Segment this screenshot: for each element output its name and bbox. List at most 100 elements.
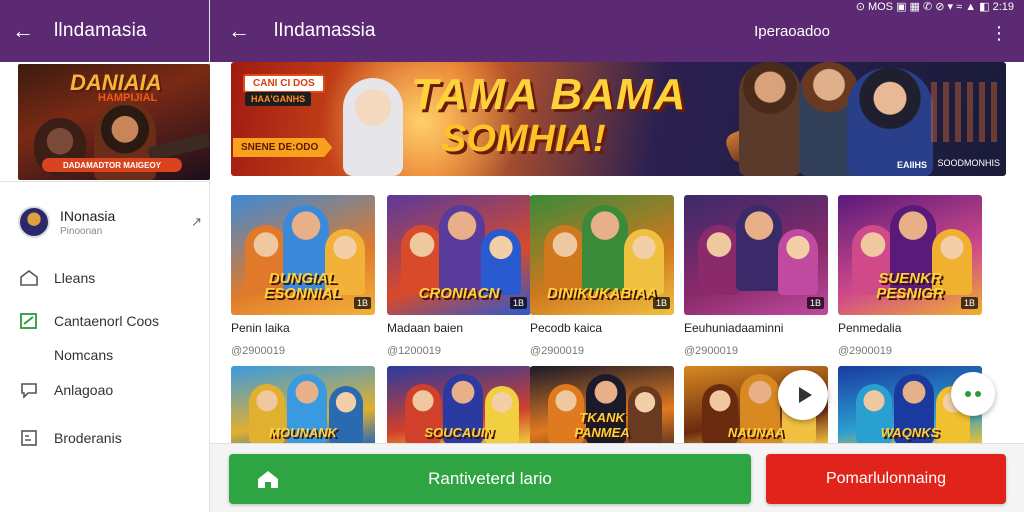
game-title: Eeuhuniadaaminni [684,321,784,335]
status-bar-text: ⊙ MOS ▣ ▦ ✆ ⊘ ▾ ≈ ▲ ◧ 2:19 [855,0,1014,13]
drawer-item-broderanis[interactable]: Broderanis [18,428,208,448]
game-character [736,205,782,291]
game-thumbnail[interactable]: CRONIACN 1B [387,195,531,315]
game-character [778,229,818,295]
profile-text: INonasia Pinoonan [60,208,191,237]
game-badge: 1B [652,297,670,309]
game-thumbnail[interactable]: MOUNANK [231,366,375,444]
hero-title-line1: TAMA BAMA [411,70,687,119]
back-arrow-icon[interactable]: ← [12,20,34,42]
drawer-item-label: Broderanis [54,430,122,446]
more-options-button[interactable] [951,372,995,416]
profile-row[interactable]: INonasia Pinoonan ↗ [18,205,202,239]
game-title: Penin laika [231,321,290,335]
hero-pill: SNENE DE:ODO [233,138,333,157]
game-grid: DUNGIAL ESONNIAL 1B Penin laika @2900019 CRO… [231,195,1006,450]
game-card[interactable]: CRONIACN 1B Madaan baien @1200019 [387,195,531,357]
avatar [18,206,50,238]
hero-character-1 [739,62,801,176]
hero-neon-lights [931,82,1001,142]
game-subtitle: @1200019 [387,345,441,357]
drawer-title: llndamasia [54,20,147,41]
home-icon [18,268,40,288]
game-title: Penmedalia [838,321,902,335]
drawer-item-label: Lleans [54,270,96,286]
chat-icon [18,380,40,400]
primary-action-button[interactable]: Rantiveterd lario [229,454,751,504]
hero-character-girl [343,78,403,176]
drawer-item-label: Nomcans [54,347,114,363]
blank-icon [18,345,40,365]
game-subtitle: @2900019 [530,345,584,357]
drawer-banner-image[interactable]: DANIAIA HAMPIJIAL DADAMADTOR MAIGEOY [18,64,210,180]
game-thumbnail-caption: DUNGIAL ESONNIAL [264,270,342,302]
game-card[interactable]: TKANK PANMEA [530,366,674,444]
game-thumbnail[interactable]: TKANK PANMEA [530,366,674,444]
expand-icon[interactable]: ↗ [191,214,202,230]
profile-name: INonasia [60,207,116,224]
game-card[interactable]: DINIKUKABIAA 1B Pecodb kaica @2900019 [530,195,674,357]
game-thumbnail[interactable]: DUNGIAL ESONNIAL 1B [231,195,375,315]
game-card[interactable]: MOUNANK [231,366,375,444]
game-title: Madaan baien [387,321,464,335]
game-subtitle: @2900019 [684,345,738,357]
drawer-item-lleans[interactable]: Lleans [18,268,208,288]
game-thumbnail-caption: TKANK PANMEA [574,410,630,440]
profile-subtitle: Pinoonan [60,225,103,237]
banner-strip: DADAMADTOR MAIGEOY [42,158,182,172]
home-icon [258,471,278,488]
game-character [582,205,628,291]
hero-title-line2: SOMHIA! [441,118,606,160]
drawer-item-label: Anlagoao [54,382,114,398]
game-character [439,205,485,291]
status-bar: ⊙ MOS ▣ ▦ ✆ ⊘ ▾ ≈ ▲ ◧ 2:19 [664,0,1024,13]
game-badge: 1B [960,297,978,309]
hero-tag-mid: HAA'GANHS [245,92,312,106]
hero-corner-label: EAIIHS [897,160,928,170]
game-thumbnail-caption: DINIKUKABIAA [547,285,657,302]
game-thumbnail-caption: CRONIACN [418,285,500,302]
game-card[interactable]: DUNGIAL ESONNIAL 1B Penin laika @2900019 [231,195,375,357]
banner-subtitle: HAMPIJIAL [98,92,158,104]
drawer-header: ← llndamasia [0,0,209,62]
game-card[interactable]: 1B Eeuhuniadaaminni @2900019 [684,195,828,357]
game-badge: 1B [353,297,371,309]
drawer-item-anlagoao[interactable]: Anlagoao [18,380,208,400]
dot-icon [965,391,971,397]
game-character [698,225,740,295]
game-thumbnail-caption: MOUNANK [269,425,337,440]
play-button[interactable] [778,370,828,420]
game-thumbnail[interactable]: DINIKUKABIAA 1B [530,195,674,315]
game-card[interactable]: SUENKR PESNIGR 1B Penmedalia @2900019 [838,195,982,357]
game-thumbnail-caption: NAUNAA [727,425,785,440]
app-bar-right-label[interactable]: Iperaoadoo [754,23,830,40]
game-subtitle: @2900019 [231,345,285,357]
game-card[interactable]: SOUCAUIN [387,366,531,444]
document-icon [18,428,40,448]
primary-action-label: Rantiveterd lario [428,469,552,488]
play-icon [798,387,812,403]
game-title: Pecodb kaica [530,321,603,335]
game-thumbnail-caption: WAQNKS [880,425,940,440]
game-badge: 1B [806,297,824,309]
game-thumbnail-caption: SUENKR PESNIGR [876,270,944,302]
game-subtitle: @2900019 [838,345,892,357]
hero-corner-right: SOODMONHIS [937,158,1000,168]
secondary-action-button[interactable]: Pomarlulonnaing [766,454,1006,504]
back-arrow-icon[interactable]: ← [228,20,250,42]
game-thumbnail[interactable]: SUENKR PESNIGR 1B [838,195,982,315]
more-vert-icon[interactable]: ⋮ [990,24,1008,42]
game-badge: 1B [509,297,527,309]
hero-banner[interactable]: CANI CI DOS HAA'GANHS SNENE DE:ODO TAMA … [231,62,1006,176]
game-thumbnail[interactable]: 1B [684,195,828,315]
game-thumbnail-caption: SOUCAUIN [424,425,494,440]
secondary-action-label: Pomarlulonnaing [825,470,947,487]
drawer-item-cantaenorl[interactable]: Cantaenorl Coos [18,311,208,331]
drawer-divider [0,181,210,182]
app-bar-title: lIndamassia [274,20,376,41]
checkbox-icon [18,311,40,331]
game-thumbnail[interactable]: SOUCAUIN [387,366,531,444]
banner-weapon [147,132,210,162]
drawer-item-nomcans[interactable]: Nomcans [18,345,208,365]
dot-icon [975,391,981,397]
